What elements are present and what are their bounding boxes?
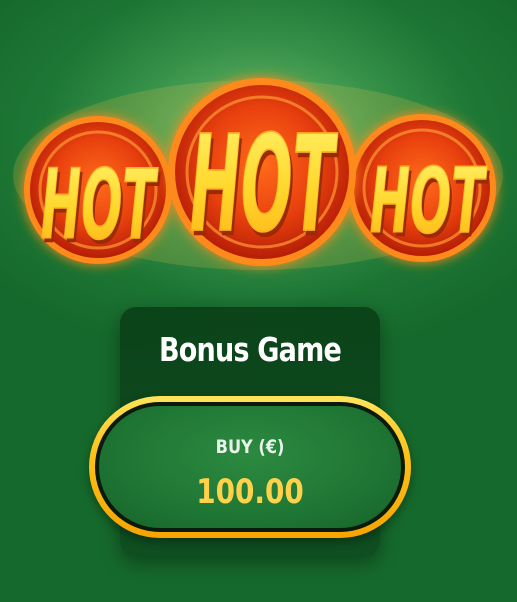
game-logo: HOT HOT HOT HOT HOT HOT [0, 0, 517, 300]
logo-graphic: HOT HOT HOT HOT HOT HOT [13, 78, 503, 270]
buy-bonus-button[interactable]: BUY (€) 100.00 [89, 396, 411, 538]
svg-text:HOT: HOT [41, 148, 159, 260]
logo-word-center: HOT HOT [189, 107, 340, 267]
bonus-panel-title: Bonus Game [158, 330, 342, 369]
logo-word-right: HOT HOT [369, 149, 490, 258]
buy-label: BUY (€) [215, 436, 285, 458]
svg-text:HOT: HOT [190, 108, 338, 262]
svg-text:HOT: HOT [370, 150, 488, 255]
buy-button-rim: BUY (€) 100.00 [95, 402, 405, 532]
buy-button-face: BUY (€) 100.00 [99, 406, 401, 528]
buy-amount: 100.00 [196, 472, 304, 512]
logo-word-left: HOT HOT [40, 148, 161, 266]
